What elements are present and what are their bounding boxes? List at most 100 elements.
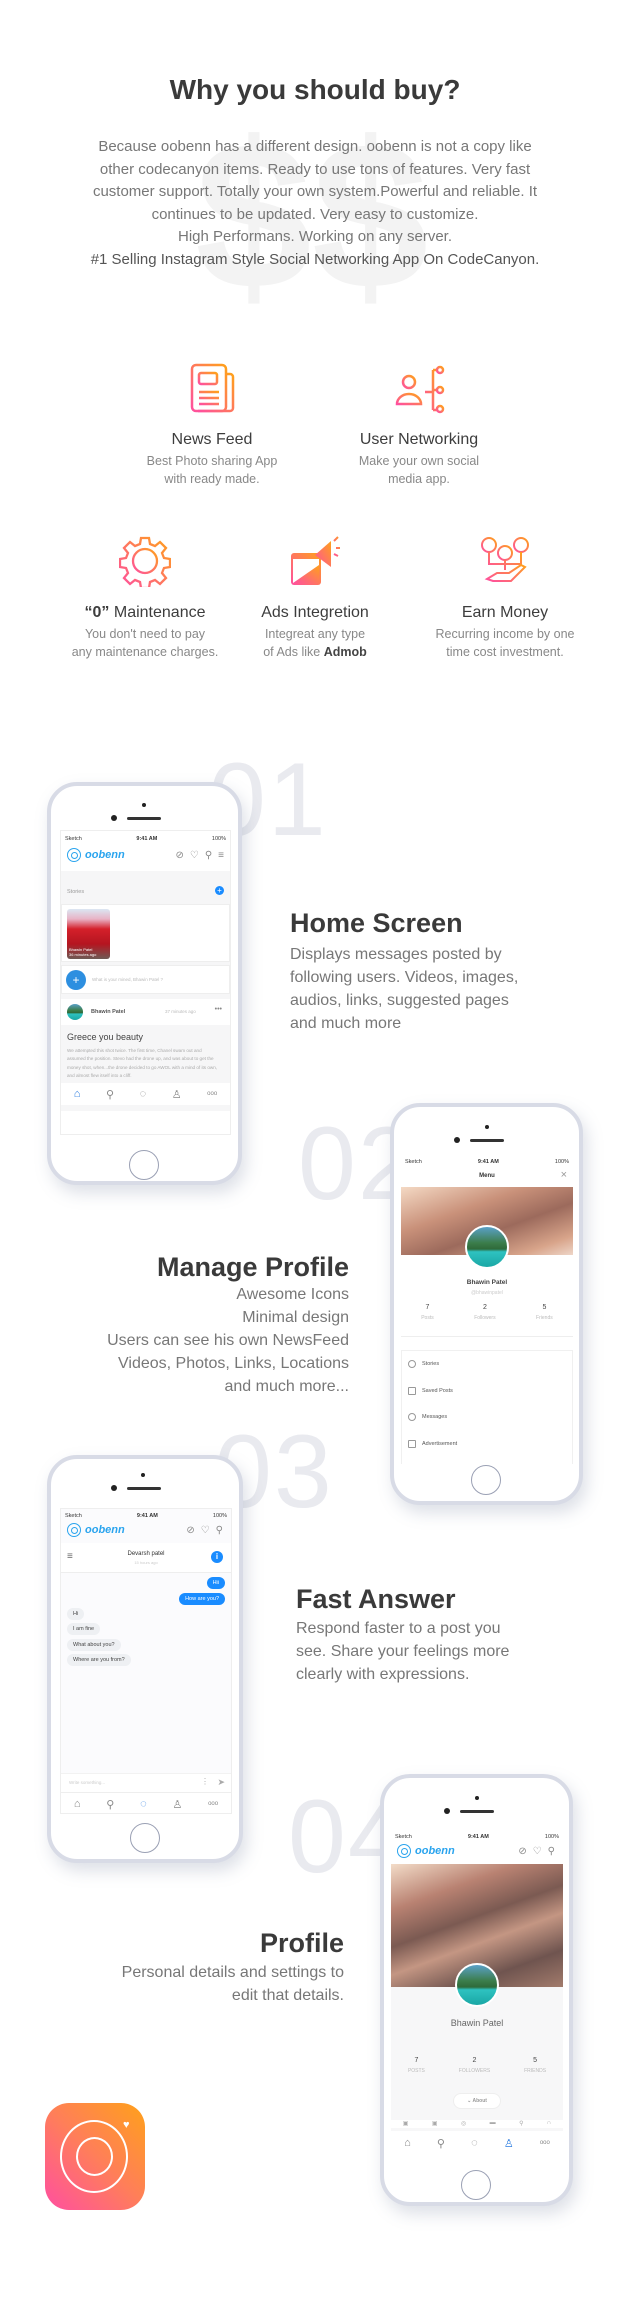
tab-icon[interactable]: ▣ — [432, 2120, 438, 2128]
menu-item-advertisement[interactable]: Advertisement — [408, 1440, 457, 1448]
app-icon-lens — [76, 2137, 113, 2176]
section-home-screen: Home Screen Displays messages posted by f… — [290, 908, 518, 1035]
feature-desc: time cost investment. — [446, 644, 564, 659]
tab-icon[interactable]: ⚲ — [519, 2120, 523, 2128]
stat-posts[interactable]: 7 POSTS — [408, 2057, 425, 2074]
more-icon[interactable]: ooo — [208, 1801, 218, 1807]
bottom-nav: ⌂ ⚲ ◌ ♙ ooo — [391, 2131, 563, 2155]
battery: 100% — [212, 1513, 227, 1519]
story-thumbnail[interactable]: Bhawin Patel 36 minutes ago — [67, 909, 110, 959]
home-icon[interactable]: ⌂ — [74, 1798, 81, 1810]
tab-icon[interactable]: ◎ — [461, 2120, 466, 2128]
profile-icon[interactable]: ♙ — [172, 1088, 182, 1101]
section-desc: Awesome Icons — [236, 1286, 349, 1303]
stat-followers[interactable]: 2 FOLLOWERS — [459, 2057, 490, 2074]
message-input[interactable]: Write something... — [69, 1780, 105, 1785]
chat-icon[interactable]: ◌ — [140, 1798, 147, 1810]
battery: 100% — [544, 1834, 559, 1840]
user-icon[interactable]: ⚲ — [205, 850, 212, 861]
compass-icon[interactable]: ⊘ — [175, 850, 183, 861]
app-logo[interactable]: oobenn — [67, 1523, 125, 1537]
search-icon[interactable]: ⚲ — [106, 1088, 114, 1101]
stories-label: Stories — [67, 889, 85, 895]
battery: 100% — [211, 836, 226, 842]
stat-posts[interactable]: 7 Posts — [421, 1304, 434, 1321]
status-bar: Sketch 9:41 AM 100% — [405, 1159, 569, 1165]
home-icon[interactable]: ⌂ — [404, 2137, 411, 2149]
menu-icon[interactable]: ≡ — [218, 850, 224, 861]
message-received: Where are you from? — [67, 1654, 131, 1666]
section-desc: Minimal design — [242, 1309, 349, 1326]
heart-icon[interactable]: ♡ — [201, 1525, 210, 1536]
section-desc: Displays messages posted by — [290, 946, 502, 963]
search-icon[interactable]: ⚲ — [106, 1798, 114, 1811]
phone-camera — [475, 1796, 479, 1800]
stat-friends[interactable]: 5 Friends — [536, 1304, 553, 1321]
close-icon[interactable]: × — [561, 1169, 567, 1181]
home-icon[interactable]: ⌂ — [74, 1088, 81, 1100]
avatar[interactable] — [67, 1004, 83, 1020]
message-sent: Hii — [206, 1577, 225, 1589]
clock: 9:41 AM — [467, 1834, 489, 1840]
post-body: We attempted this shot twice. The first … — [67, 1048, 218, 1078]
menu-item-saved-posts[interactable]: Saved Posts — [408, 1387, 453, 1395]
profile-icon[interactable]: ♙ — [172, 1798, 182, 1811]
composer-input[interactable]: What is your mined, Bhawin Patel ? — [92, 977, 163, 982]
status-bar: Sketch 9:41 AM 100% — [395, 1834, 559, 1840]
stat-followers[interactable]: 2 Followers — [474, 1304, 495, 1321]
chat-icon[interactable]: ◌ — [140, 1088, 147, 1100]
about-button[interactable]: ⌄ About — [453, 2093, 501, 2109]
intro-paragraph: Because oobenn has a different design. o… — [40, 136, 590, 272]
compose-button[interactable]: + — [66, 970, 86, 990]
compass-icon[interactable]: ⊘ — [186, 1525, 194, 1536]
app-name: oobenn — [85, 849, 125, 861]
user-icon[interactable]: ⚲ — [548, 1846, 555, 1857]
clock: 9:41 AM — [136, 1513, 158, 1519]
tab-icon[interactable]: ▬ — [490, 2120, 496, 2128]
profile-icon[interactable]: ♙ — [504, 2137, 514, 2150]
app-header: oobenn ⊘ ♡ ⚲ ≡ — [67, 848, 224, 862]
tab-icon[interactable]: ▣ — [403, 2120, 409, 2128]
phone-speaker — [460, 1810, 494, 1813]
composer[interactable]: + What is your mined, Bhawin Patel ? — [61, 965, 230, 994]
stat-label: FOLLOWERS — [458, 2068, 491, 2074]
gear-icon — [118, 536, 172, 590]
stat-friends[interactable]: 5 FRIENDS — [524, 2057, 546, 2074]
avatar[interactable] — [465, 1225, 509, 1269]
app-logo[interactable]: oobenn — [67, 848, 125, 862]
chat-contact-name: Devarsh patel — [127, 1551, 165, 1557]
intro-line: continues to be updated. Very easy to cu… — [151, 205, 479, 223]
more-icon[interactable]: ••• — [215, 1006, 222, 1013]
chat-icon[interactable]: ◌ — [471, 2137, 478, 2149]
info-icon[interactable]: i — [211, 1551, 223, 1563]
more-icon[interactable]: ooo — [207, 1091, 217, 1097]
more-vertical-icon[interactable]: ⋮ — [201, 1777, 209, 1786]
search-icon[interactable]: ⚲ — [437, 2137, 445, 2150]
menu-item-stories[interactable]: Stories — [408, 1360, 439, 1368]
feature-title: User Networking — [359, 431, 479, 448]
stat-label: Followers — [474, 1315, 496, 1321]
heart-icon[interactable]: ♡ — [533, 1846, 542, 1857]
add-story-button[interactable]: + — [215, 886, 224, 895]
status-bar: Sketch 9:41 AM 100% — [65, 1513, 227, 1519]
compass-icon[interactable]: ⊘ — [518, 1846, 526, 1857]
send-icon[interactable]: ➤ — [217, 1777, 225, 1788]
intro-line: Because oobenn has a different design. o… — [98, 138, 532, 155]
stat-value: 2 — [472, 2057, 477, 2064]
phone-camera — [485, 1125, 489, 1129]
more-icon[interactable]: ooo — [540, 2140, 550, 2146]
section-desc: Respond faster to a post you — [296, 1620, 501, 1637]
post-author[interactable]: Bhawin Patel — [91, 1009, 125, 1015]
intro-highlight: #1 Selling Instagram Style Social Networ… — [90, 250, 540, 268]
user-icon[interactable]: ⚲ — [216, 1525, 223, 1536]
avatar[interactable] — [455, 1963, 499, 2007]
menu-title: Menu — [479, 1173, 495, 1179]
message-sent: How are you? — [179, 1593, 225, 1605]
menu-item-messages[interactable]: Messages — [408, 1413, 447, 1421]
heart-icon[interactable]: ♡ — [190, 850, 199, 861]
feature-desc: You don't need to pay — [84, 627, 206, 641]
profile-stats: 7 Posts 2 Followers 5 Friends — [401, 1304, 573, 1321]
app-logo[interactable]: oobenn — [397, 1844, 455, 1858]
message-composer: Write something... ⋮ ➤ — [61, 1773, 231, 1793]
tab-icon[interactable]: ∩ — [547, 2120, 551, 2128]
